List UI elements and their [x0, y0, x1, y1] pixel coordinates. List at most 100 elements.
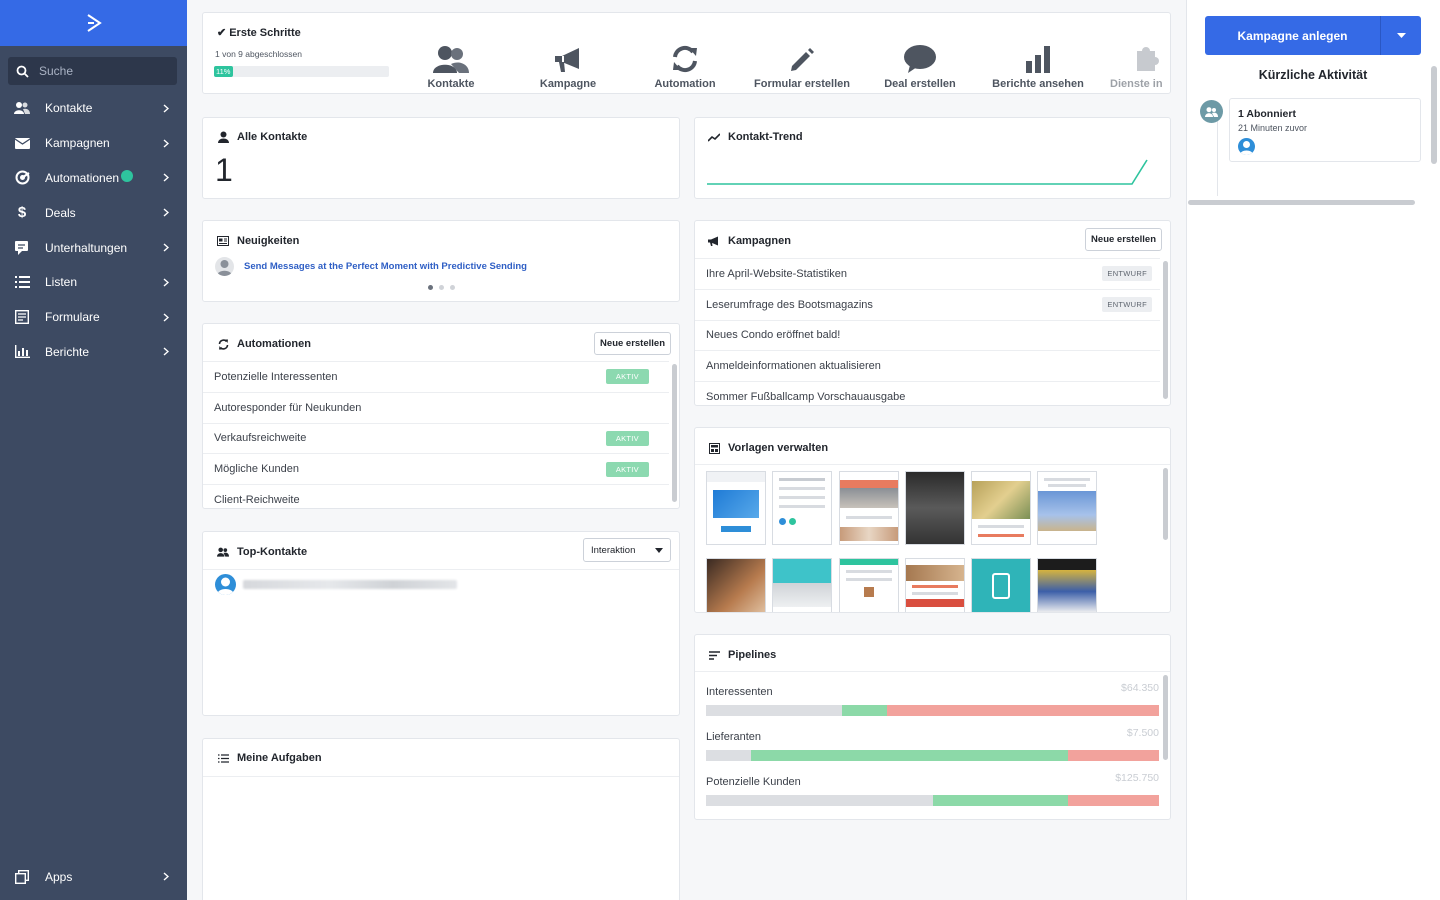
table-row[interactable] [215, 574, 457, 595]
quick-action-services[interactable]: Dienste in [1105, 41, 1165, 92]
status-badge: AKTIV [605, 461, 649, 477]
redacted-contact-name [243, 580, 457, 589]
carousel-dot-active[interactable] [428, 285, 433, 290]
list-item[interactable]: Sommer Fußballcamp Vorschauausgabe [695, 381, 1160, 405]
top-contacts-sort-select[interactable]: Interaktion [583, 538, 671, 562]
sidebar-item-kampagnen[interactable]: Kampagnen [0, 126, 187, 161]
create-campaign-dropdown-button[interactable] [1381, 16, 1421, 55]
chevron-right-icon [163, 139, 171, 148]
sidebar-item-listen[interactable]: Listen [0, 265, 187, 300]
template-thumbnail[interactable] [1037, 471, 1097, 545]
news-item[interactable]: Send Messages at the Perfect Moment with… [215, 257, 527, 276]
template-thumbnail[interactable] [971, 471, 1031, 545]
users-icon [217, 546, 229, 558]
sidebar-item-label: Automationen [45, 170, 120, 185]
campaigns-title-text: Kampagnen [728, 235, 791, 247]
template-thumbnail[interactable] [772, 471, 832, 545]
template-thumbnail[interactable] [905, 471, 965, 545]
check-icon: ✔ [217, 27, 227, 39]
template-thumbnail[interactable] [905, 558, 965, 612]
dollar-icon: $ [17, 204, 27, 222]
automation-name: Client-Reichweite [214, 494, 300, 507]
template-thumbnail[interactable] [971, 558, 1031, 612]
sidebar-item-deals[interactable]: $ Deals [0, 195, 187, 230]
quick-action-create-automation[interactable]: Automation erstellen [635, 41, 735, 93]
quick-action-import-contacts[interactable]: Kontakte importieren [401, 41, 501, 93]
template-thumbnail[interactable] [772, 558, 832, 612]
pipeline-segment [706, 750, 752, 761]
sidebar-item-unterhaltungen[interactable]: Unterhaltungen [0, 230, 187, 265]
top-contacts-title: Top-Kontakte [217, 546, 307, 558]
right-panel-horizontal-scrollbar[interactable] [1188, 200, 1415, 205]
list-item[interactable]: Potenzielle Interessenten AKTIV [203, 361, 669, 392]
reports-icon [14, 344, 30, 360]
pipeline-row[interactable]: Lieferanten $7.500 [706, 727, 1159, 761]
automation-name: Verkaufsreichweite [214, 432, 307, 445]
top-contacts-card: Top-Kontakte Interaktion [202, 531, 680, 716]
list-item[interactable]: Verkaufsreichweite AKTIV [203, 422, 669, 454]
news-card: Neuigkeiten Send Messages at the Perfect… [202, 220, 680, 302]
logo[interactable] [0, 0, 187, 46]
templates-scrollbar[interactable] [1163, 468, 1168, 540]
quick-action-label: Berichte ansehen [992, 78, 1084, 90]
carousel-dot[interactable] [439, 285, 444, 290]
template-thumbnail[interactable] [839, 558, 899, 612]
quick-action-label: Dienste in [1110, 78, 1163, 90]
automations-new-button[interactable]: Neue erstellen [594, 332, 671, 355]
template-thumbnail[interactable] [706, 471, 766, 545]
chat-icon [14, 240, 30, 256]
chevron-right-icon [163, 208, 171, 217]
news-link[interactable]: Send Messages at the Perfect Moment with… [244, 261, 527, 272]
chevron-right-icon [163, 313, 171, 322]
campaigns-scrollbar[interactable] [1163, 261, 1168, 399]
sidebar-item-formulare[interactable]: Formulare [0, 300, 187, 335]
template-thumbnail[interactable] [1037, 558, 1097, 612]
sidebar-search[interactable] [8, 57, 177, 85]
activity-item[interactable]: 1 Abonniert 21 Minuten zuvor [1229, 98, 1421, 162]
pipelines-scrollbar[interactable] [1163, 675, 1168, 760]
templates-card: Vorlagen verwalten [694, 427, 1171, 613]
activity-title: 1 Abonniert [1238, 108, 1296, 120]
list-item[interactable]: Neues Condo eröffnet bald! [695, 319, 1160, 351]
divider [695, 671, 1170, 672]
contact-trend-title-text: Kontakt-Trend [728, 131, 803, 143]
quick-action-view-reports[interactable]: Berichte ansehen [988, 41, 1088, 92]
pipeline-segment [1068, 795, 1159, 806]
pipeline-row[interactable]: Potenzielle Kunden $125.750 [706, 772, 1159, 806]
list-item[interactable]: Mögliche Kunden AKTIV [203, 453, 669, 484]
pipeline-amount: $7.500 [1126, 727, 1159, 739]
pipeline-segment [841, 705, 888, 716]
list-item[interactable]: Anmeldeinformationen aktualisieren [695, 350, 1160, 381]
list-item[interactable]: Client-Reichweite [203, 484, 669, 508]
template-thumbnail[interactable] [839, 471, 899, 545]
search-input[interactable] [39, 64, 169, 78]
list-item[interactable]: Ihre April-Website-Statistiken ENTWURF [695, 258, 1160, 289]
news-avatar [215, 257, 234, 276]
status-badge: ENTWURF [1102, 266, 1152, 282]
sidebar-item-label: Formulare [45, 310, 100, 325]
template-thumbnail[interactable] [706, 558, 766, 612]
speech-bubble-icon [870, 41, 970, 73]
pipeline-name: Lieferanten [706, 731, 762, 743]
automations-title-text: Automationen [237, 338, 311, 350]
quick-action-create-campaign[interactable]: Kampagne erstellen [518, 41, 618, 93]
quick-action-create-form[interactable]: Formular erstellen [752, 41, 852, 92]
pipeline-row[interactable]: Interessenten $64.350 [706, 682, 1159, 716]
right-panel-scrollbar[interactable] [1431, 66, 1437, 164]
sidebar-item-apps[interactable]: Apps [0, 859, 187, 894]
sidebar-item-automationen[interactable]: Automationen [0, 161, 187, 196]
quick-action-create-deal[interactable]: Deal erstellen [870, 41, 970, 92]
news-title-text: Neuigkeiten [237, 235, 300, 247]
sidebar-item-berichte[interactable]: Berichte [0, 335, 187, 370]
carousel-dot[interactable] [450, 285, 455, 290]
campaigns-new-button[interactable]: Neue erstellen [1085, 228, 1162, 251]
automations-scrollbar[interactable] [672, 364, 677, 502]
sidebar-item-kontakte[interactable]: Kontakte [0, 91, 187, 126]
list-item[interactable]: Autoresponder für Neukunden [203, 391, 669, 423]
person-silhouette-icon [217, 260, 232, 276]
top-contacts-title-text: Top-Kontakte [237, 546, 308, 558]
create-campaign-button[interactable]: Kampagne anlegen [1205, 16, 1381, 55]
activity-timeline-line [1217, 118, 1218, 196]
list-item[interactable]: Leserumfrage des Bootsmagazins ENTWURF [695, 288, 1160, 320]
sort-select-value: Interaktion [591, 544, 636, 556]
